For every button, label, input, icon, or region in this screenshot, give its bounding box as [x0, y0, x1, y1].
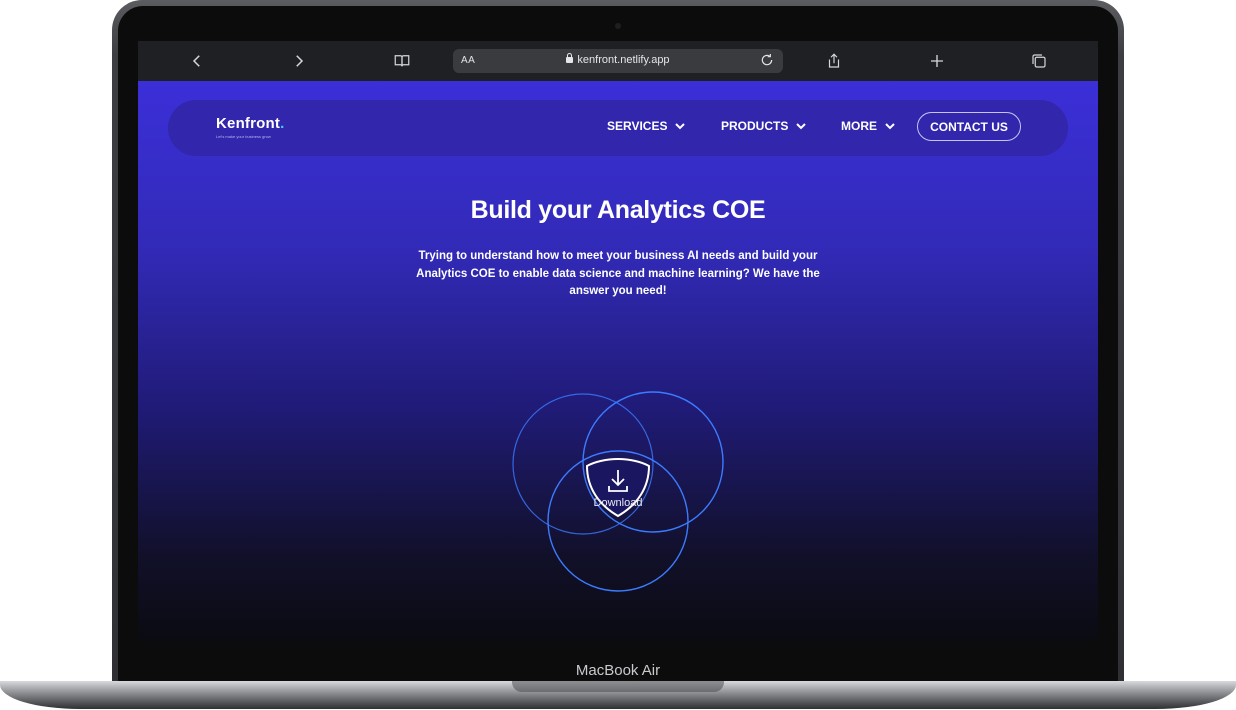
reload-icon[interactable] [759, 52, 777, 70]
tabs-icon[interactable] [1027, 49, 1051, 73]
back-icon[interactable] [185, 49, 209, 73]
nav-services-label: SERVICES [607, 119, 668, 133]
nav-products[interactable]: PRODUCTS [721, 119, 807, 133]
nav-services[interactable]: SERVICES [607, 119, 686, 133]
chevron-down-icon [675, 123, 686, 130]
browser-toolbar: AA kenfront.netlify.app [138, 41, 1098, 82]
laptop-notch [512, 681, 724, 692]
contact-button[interactable]: CONTACT US [917, 112, 1021, 141]
forward-icon[interactable] [287, 49, 311, 73]
site-logo[interactable]: Kenfront. [216, 115, 284, 132]
lock-icon [566, 53, 574, 63]
chevron-down-icon [885, 123, 895, 130]
chevron-down-icon [796, 123, 807, 130]
screen: AA kenfront.netlify.app Kenfront. Let's … [138, 41, 1098, 641]
logo-dot: . [280, 115, 285, 132]
nav-more[interactable]: MORE [841, 119, 896, 133]
download-label[interactable]: Download [568, 497, 668, 509]
url-text: kenfront.netlify.app [577, 54, 670, 66]
new-tab-icon[interactable] [925, 49, 949, 73]
logo-tagline: Let's make your business grow [216, 134, 271, 139]
nav-more-label: MORE [841, 119, 877, 133]
hero-lead: Trying to understand how to meet your bu… [416, 250, 820, 297]
share-icon[interactable] [822, 49, 846, 73]
logo-text: Kenfront [216, 115, 281, 132]
camera-icon [615, 23, 621, 29]
device-label: MacBook Air [575, 662, 661, 679]
hero-title: Build your Analytics COE [470, 196, 766, 224]
bookmarks-icon[interactable] [390, 49, 414, 73]
site-navbar: Kenfront. Let's make your business grow … [168, 100, 1068, 156]
address-bar[interactable]: AA kenfront.netlify.app [453, 49, 783, 73]
web-page: Kenfront. Let's make your business grow … [138, 81, 1098, 641]
nav-products-label: PRODUCTS [721, 119, 789, 133]
